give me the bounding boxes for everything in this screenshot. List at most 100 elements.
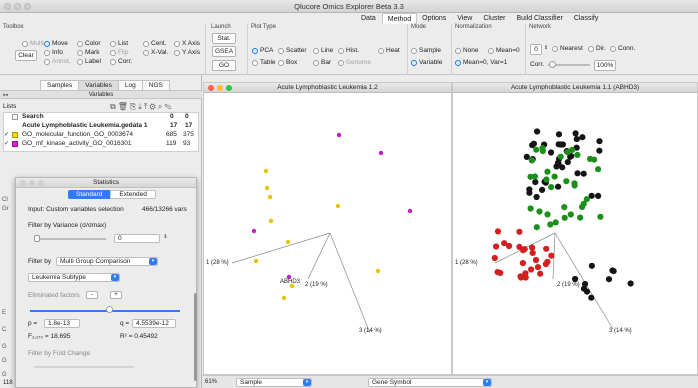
corr-slider-knob[interactable]	[549, 61, 556, 68]
sample-select[interactable]: Sample ▾	[236, 378, 312, 387]
radio-pca[interactable]	[252, 47, 258, 54]
zoom-plot-button[interactable]	[226, 85, 232, 91]
link-icon[interactable]: ⚯	[3, 92, 8, 100]
tab-options[interactable]: Options	[417, 13, 452, 24]
radio-table[interactable]	[252, 59, 258, 66]
variance-stepper-icon[interactable]: ⇕	[162, 234, 169, 243]
fold-change-slider[interactable]	[34, 366, 134, 368]
variance-slider-knob[interactable]	[34, 235, 40, 242]
sample-point	[596, 138, 603, 145]
stats-close-button[interactable]	[20, 180, 26, 186]
radio-variable[interactable]	[411, 59, 417, 66]
radio-xaxis[interactable]	[174, 40, 180, 47]
chevron-down-icon: ▾	[483, 379, 491, 386]
tab-view[interactable]: View	[452, 13, 478, 24]
radio-mean0-var1[interactable]	[455, 59, 461, 66]
radio-list[interactable]	[110, 40, 116, 47]
radio-box[interactable]	[278, 59, 284, 66]
add-factor-button[interactable]: +	[110, 291, 122, 299]
pca-plot-2[interactable]	[453, 93, 698, 376]
radio-sample[interactable]	[411, 47, 417, 54]
close-plot-button[interactable]	[208, 85, 214, 91]
yellow-color-swatch[interactable]	[12, 132, 18, 138]
radio-dir[interactable]	[588, 45, 594, 52]
minimize-window-button[interactable]	[14, 3, 21, 10]
radio-info[interactable]	[44, 49, 50, 56]
radio-mean0[interactable]	[488, 47, 494, 54]
variance-slider[interactable]	[34, 238, 106, 240]
tab-method[interactable]: Method	[381, 13, 418, 24]
search-checkbox[interactable]	[12, 114, 18, 120]
go-button[interactable]: GO	[212, 60, 236, 71]
radio-corr[interactable]	[110, 58, 116, 65]
radio-multi[interactable]	[22, 40, 28, 47]
variable-point	[267, 194, 273, 200]
list-row-count-a: 17	[170, 122, 178, 129]
close-window-button[interactable]	[4, 3, 11, 10]
mean0-label: Mean=0	[496, 47, 520, 54]
radio-line[interactable]	[313, 47, 319, 54]
radio-bar[interactable]	[313, 59, 319, 66]
radio-hist[interactable]	[338, 47, 344, 54]
scatter-label: Scatter	[286, 47, 307, 54]
tab-standard[interactable]: Standard	[68, 190, 111, 199]
remove-factor-button[interactable]: -	[86, 291, 98, 299]
tab-cluster[interactable]: Cluster	[478, 13, 511, 24]
subtype-select[interactable]: Leukemia Subtype ▾	[28, 273, 120, 282]
radio-genome[interactable]	[338, 59, 344, 66]
stats-minimize-button[interactable]	[29, 180, 35, 186]
cent-label: Cent.	[151, 40, 167, 47]
list-row-search[interactable]: Search 0 0	[0, 113, 202, 121]
comparison-select[interactable]: Multi Group Comparison ▾	[56, 257, 158, 266]
toolbar: Toolbox Clear Multi Info Annot. Move Mar…	[0, 24, 698, 75]
edit-icon[interactable]: ✎	[164, 102, 173, 111]
sample-point	[547, 221, 554, 228]
p-value-field[interactable]: 1.8e-13	[44, 319, 80, 328]
pca-plot-1[interactable]	[204, 93, 453, 376]
magenta-color-swatch[interactable]	[12, 141, 18, 147]
radio-scatter[interactable]	[278, 47, 284, 54]
radio-move[interactable]	[44, 40, 50, 47]
check-mark-icon[interactable]: ✓	[4, 140, 9, 148]
radio-annot[interactable]	[44, 58, 50, 65]
sample-point	[580, 170, 587, 177]
radio-none[interactable]	[455, 47, 461, 54]
settings-icon[interactable]: ⚙	[149, 102, 157, 111]
list-row-go-kinase[interactable]: ✓ GO_mf_kinase_activity_GO_0016301 119 9…	[0, 140, 202, 148]
p-slider[interactable]	[30, 310, 180, 312]
list-row-gedata[interactable]: Acute Lymphoblastic Leukemia.gedata 1 17…	[0, 122, 202, 130]
radio-conn[interactable]	[610, 45, 616, 52]
radio-cent[interactable]	[143, 40, 149, 47]
tab-build-classifier[interactable]: Build Classifier	[512, 13, 569, 24]
radio-yaxis[interactable]	[174, 49, 180, 56]
check-mark-icon[interactable]: ✓	[4, 131, 9, 139]
spin-arrows-icon[interactable]: ⇕	[544, 45, 548, 51]
tab-data[interactable]: Data	[356, 13, 382, 24]
gsea-button[interactable]: GSEA	[212, 46, 236, 57]
stats-scrollbar[interactable]	[194, 293, 197, 381]
stat-button[interactable]: Stat.	[212, 33, 236, 44]
radio-nearest[interactable]	[552, 45, 558, 52]
clear-button[interactable]: Clear	[15, 50, 37, 61]
minimize-plot-button[interactable]	[217, 85, 223, 91]
tab-classify[interactable]: Classify	[569, 13, 605, 24]
radio-xval[interactable]	[143, 49, 149, 56]
stats-zoom-button[interactable]	[38, 180, 44, 186]
new-list-icon[interactable]: ⧉	[110, 102, 118, 111]
radio-heat[interactable]	[378, 47, 384, 54]
radio-color[interactable]	[77, 40, 83, 47]
radio-label[interactable]	[77, 58, 83, 65]
q-value-field[interactable]: 4.5539e-12	[132, 319, 176, 328]
radio-mark[interactable]	[77, 49, 83, 56]
corr-value-field[interactable]: 100%	[594, 60, 616, 71]
network-spinbox[interactable]: 0	[530, 44, 542, 55]
radio-flip[interactable]	[110, 49, 116, 56]
p-slider-knob[interactable]	[106, 306, 113, 313]
tab-extended[interactable]: Extended	[110, 190, 156, 199]
gene-symbol-select[interactable]: Gene Symbol ▾	[368, 378, 492, 387]
zoom-window-button[interactable]	[24, 3, 31, 10]
plot-window-2: Acute Lymphoblastic Leukemia 1.1 (ABHD3)…	[452, 82, 698, 375]
variance-value-field[interactable]: 0	[114, 234, 160, 243]
delete-list-icon[interactable]: 🗑	[118, 102, 130, 111]
list-row-go-molecular[interactable]: ✓ GO_molecular_function_GO_0003674 685 3…	[0, 131, 202, 139]
